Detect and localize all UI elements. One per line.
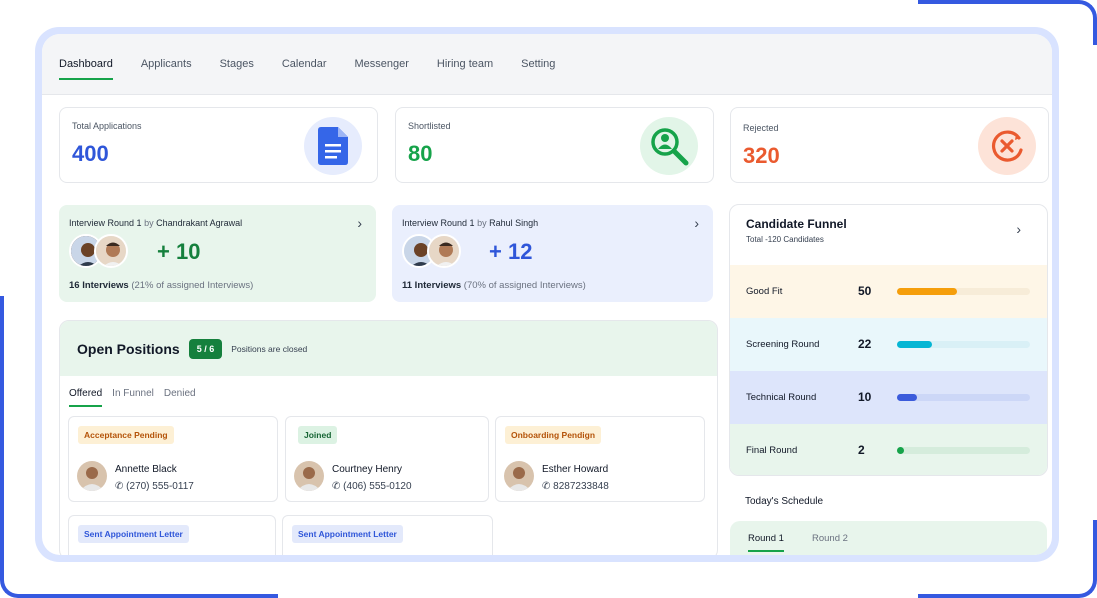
reject-icon xyxy=(978,117,1036,175)
open-positions-header: Open Positions 5 / 6 Positions are close… xyxy=(60,321,717,376)
search-user-icon xyxy=(640,117,698,175)
candidate-phone: ✆ (270) 555-0117 xyxy=(115,481,194,492)
funnel-subtitle: Total -120 Candidates xyxy=(746,235,824,244)
interview-card-round1-rahul[interactable]: Interview Round 1 by Rahul Singh › + 12 … xyxy=(392,205,713,302)
avatar xyxy=(504,461,534,491)
funnel-row-value: 50 xyxy=(858,284,872,298)
candidate-card[interactable]: Onboarding Pendign Esther Howard ✆ 82872… xyxy=(495,416,705,502)
tab-setting[interactable]: Setting xyxy=(521,34,555,95)
candidate-card[interactable]: Sent Appointment Letter xyxy=(282,515,493,555)
funnel-row-value: 22 xyxy=(858,337,872,351)
chevron-right-icon[interactable]: › xyxy=(694,215,699,231)
candidate-card[interactable]: Sent Appointment Letter xyxy=(68,515,276,555)
stat-value: 400 xyxy=(72,141,109,166)
stat-label: Rejected xyxy=(743,123,779,133)
candidate-card[interactable]: Joined Courtney Henry ✆ (406) 555-0120 xyxy=(285,416,489,502)
progress-fill xyxy=(897,341,932,348)
avatar xyxy=(294,461,324,491)
progress-fill xyxy=(897,394,917,401)
tab-denied[interactable]: Denied xyxy=(164,388,196,399)
positions-count-badge: 5 / 6 xyxy=(188,338,223,359)
funnel-row-good-fit[interactable]: Good Fit 50 xyxy=(730,265,1047,318)
open-positions-title: Open Positions xyxy=(77,340,180,357)
tab-dashboard[interactable]: Dashboard xyxy=(59,34,113,95)
progress-track xyxy=(897,341,1030,348)
funnel-title: Candidate Funnel xyxy=(746,217,847,231)
schedule-heading: Today's Schedule xyxy=(745,496,824,507)
status-badge: Acceptance Pending xyxy=(78,426,174,444)
tab-round-1[interactable]: Round 1 xyxy=(748,533,784,552)
funnel-row-screening[interactable]: Screening Round 22 xyxy=(730,318,1047,371)
stat-label: Shortlisted xyxy=(408,121,451,131)
candidate-phone: ✆ (406) 555-0120 xyxy=(332,481,412,492)
status-badge: Sent Appointment Letter xyxy=(292,525,403,543)
stat-card-total-applications[interactable]: Total Applications 400 xyxy=(59,107,378,183)
top-nav: Dashboard Applicants Stages Calendar Mes… xyxy=(42,34,1052,95)
app-frame: Dashboard Applicants Stages Calendar Mes… xyxy=(35,27,1059,562)
tab-hiring-team[interactable]: Hiring team xyxy=(437,34,493,95)
funnel-row-value: 2 xyxy=(858,443,865,457)
candidate-name: Esther Howard xyxy=(542,464,609,475)
tab-messenger[interactable]: Messenger xyxy=(354,34,408,95)
stat-label: Total Applications xyxy=(72,121,142,131)
progress-fill xyxy=(897,288,957,295)
candidate-name: Annette Black xyxy=(115,464,177,475)
tab-calendar[interactable]: Calendar xyxy=(282,34,327,95)
stat-value: 80 xyxy=(408,141,433,166)
interview-plus-count: + 12 xyxy=(489,239,533,264)
interview-title: Interview Round 1 by Chandrakant Agrawal xyxy=(69,218,243,228)
chevron-right-icon[interactable]: › xyxy=(357,215,362,231)
phone-icon: ✆ xyxy=(332,481,341,492)
tab-applicants[interactable]: Applicants xyxy=(141,34,192,95)
funnel-row-label: Final Round xyxy=(746,445,798,456)
funnel-row-label: Technical Round xyxy=(746,392,817,403)
stat-value: 320 xyxy=(743,143,780,168)
funnel-row-technical[interactable]: Technical Round 10 xyxy=(730,371,1047,424)
progress-track xyxy=(897,288,1030,295)
funnel-row-label: Screening Round xyxy=(746,339,820,350)
progress-fill xyxy=(897,447,904,454)
tab-round-2[interactable]: Round 2 xyxy=(812,533,848,544)
open-positions-panel: Open Positions 5 / 6 Positions are close… xyxy=(59,320,718,555)
phone-icon: ✆ xyxy=(115,481,124,492)
interview-footer: 16 Interviews (21% of assigned Interview… xyxy=(69,280,254,291)
candidate-funnel-panel: Candidate Funnel Total -120 Candidates ›… xyxy=(729,204,1048,476)
interview-plus-count: + 10 xyxy=(157,239,201,264)
candidate-phone: ✆ 8287233848 xyxy=(542,481,609,492)
tab-in-funnel[interactable]: In Funnel xyxy=(112,388,154,399)
progress-track xyxy=(897,394,1030,401)
funnel-row-final[interactable]: Final Round 2 xyxy=(730,424,1047,475)
avatar xyxy=(427,234,461,268)
tab-offered[interactable]: Offered xyxy=(69,388,103,407)
status-badge: Onboarding Pendign xyxy=(505,426,602,444)
interview-title: Interview Round 1 by Rahul Singh xyxy=(402,218,539,228)
funnel-row-label: Good Fit xyxy=(746,286,783,297)
dashboard-app: Dashboard Applicants Stages Calendar Mes… xyxy=(42,34,1052,555)
avatar xyxy=(94,234,128,268)
progress-track xyxy=(897,447,1030,454)
schedule-panel: Round 1 Round 2 xyxy=(730,521,1047,555)
candidate-card[interactable]: Acceptance Pending Annette Black ✆ (270)… xyxy=(68,416,278,502)
phone-icon: ✆ xyxy=(542,481,551,492)
tab-stages[interactable]: Stages xyxy=(220,34,254,95)
positions-note: Positions are closed xyxy=(231,343,308,354)
stat-card-shortlisted[interactable]: Shortlisted 80 xyxy=(395,107,714,183)
status-badge: Sent Appointment Letter xyxy=(78,525,189,543)
candidate-name: Courtney Henry xyxy=(332,464,403,475)
funnel-row-value: 10 xyxy=(858,390,872,404)
interview-card-round1-chandrakant[interactable]: Interview Round 1 by Chandrakant Agrawal… xyxy=(59,205,376,302)
open-positions-tabs: Offered In Funnel Denied xyxy=(60,376,717,410)
document-icon xyxy=(304,117,362,175)
interview-footer: 11 Interviews (70% of assigned Interview… xyxy=(402,280,586,291)
avatar xyxy=(77,461,107,491)
chevron-right-icon[interactable]: › xyxy=(1016,221,1021,237)
status-badge: Joined xyxy=(298,426,338,444)
stat-card-rejected[interactable]: Rejected 320 xyxy=(730,107,1049,183)
